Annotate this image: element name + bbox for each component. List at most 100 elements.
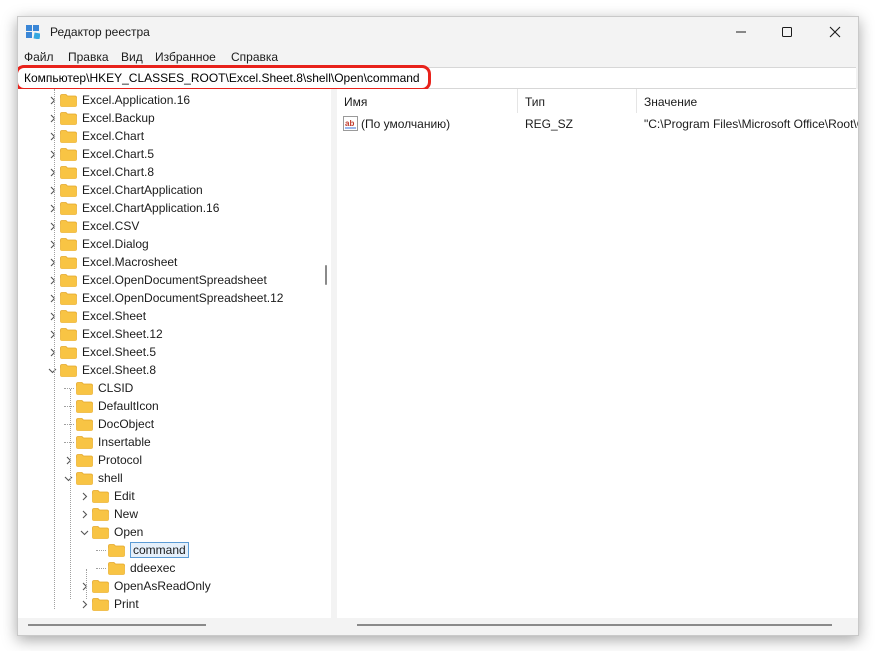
values-horizontal-scrollbar[interactable] [337,618,858,635]
tree-node-label: New [114,507,139,521]
maximize-button[interactable] [764,17,810,47]
value-row[interactable]: ab (По умолчанию) REG_SZ "C:\Program Fil… [337,115,858,133]
tree-node[interactable]: OpenAsReadOnly [18,577,318,595]
tree-node[interactable]: Protocol [18,451,318,469]
folder-icon [60,292,77,305]
tree-node[interactable]: Excel.OpenDocumentSpreadsheet.12 [18,289,318,307]
tree-node[interactable]: command [18,541,318,559]
chevron-right-icon[interactable] [48,330,57,339]
tree-node[interactable]: Excel.OpenDocumentSpreadsheet [18,271,318,289]
values-horizontal-scroll-thumb[interactable] [357,624,832,626]
tree-node-label: Edit [114,489,135,503]
string-value-icon: ab [343,116,358,131]
tree-node[interactable]: Excel.Sheet [18,307,318,325]
chevron-right-icon[interactable] [80,492,89,501]
tree-node-label: shell [98,471,123,485]
tree-node-label-selected: command [130,542,189,558]
chevron-down-icon[interactable] [64,474,73,483]
close-button[interactable] [812,17,858,47]
column-header-name[interactable]: Имя [337,89,517,113]
folder-icon [60,274,77,287]
tree-connector [64,442,74,443]
chevron-right-icon[interactable] [48,114,57,123]
maximize-icon [782,27,792,37]
minimize-button[interactable] [718,17,764,47]
chevron-right-icon[interactable] [48,168,57,177]
menu-view[interactable]: Вид [121,50,143,64]
window-title: Редактор реестра [50,25,150,39]
tree-node[interactable]: Excel.Application.16 [18,91,318,109]
chevron-right-icon[interactable] [48,348,57,357]
folder-icon [76,400,93,413]
open-folder-icon [60,364,77,377]
chevron-right-icon[interactable] [48,150,57,159]
tree-node[interactable]: Excel.Backup [18,109,318,127]
menu-bar: Файл Правка Вид Избранное Справка [18,47,858,67]
value-name: (По умолчанию) [361,117,451,131]
tree-connector [64,406,74,407]
tree-vertical-scrollbar[interactable] [321,89,331,618]
tree-node[interactable]: Excel.Macrosheet [18,253,318,271]
menu-edit[interactable]: Правка [68,50,109,64]
tree-horizontal-scroll-thumb[interactable] [28,624,206,626]
tree-node-label: Excel.ChartApplication [82,183,203,197]
tree-node[interactable]: Excel.CSV [18,217,318,235]
tree-node[interactable]: DocObject [18,415,318,433]
chevron-right-icon[interactable] [80,510,89,519]
chevron-right-icon[interactable] [48,186,57,195]
value-data: "C:\Program Files\Microsoft Office\Root\… [644,117,858,131]
tree-pane[interactable]: Excel.Application.16 Excel.Backup Excel.Ch… [18,89,331,618]
tree-node[interactable]: Print [18,595,318,613]
menu-favorites[interactable]: Избранное [155,50,216,64]
chevron-down-icon[interactable] [48,366,57,375]
column-header-value[interactable]: Значение [637,89,858,113]
folder-icon [60,310,77,323]
chevron-right-icon[interactable] [48,258,57,267]
tree-node[interactable]: Excel.Chart [18,127,318,145]
folder-icon [76,382,93,395]
column-header-type[interactable]: Тип [518,89,636,113]
tree-node[interactable]: Excel.ChartApplication.16 [18,199,318,217]
tree-node-label: Excel.Macrosheet [82,255,178,269]
tree-node[interactable]: Open [18,523,318,541]
chevron-right-icon[interactable] [48,240,57,249]
chevron-right-icon[interactable] [48,222,57,231]
chevron-right-icon[interactable] [48,96,57,105]
tree-node[interactable]: DefaultIcon [18,397,318,415]
chevron-right-icon[interactable] [48,132,57,141]
open-folder-icon [76,472,93,485]
chevron-right-icon[interactable] [48,276,57,285]
menu-help[interactable]: Справка [231,50,278,64]
folder-icon [60,256,77,269]
chevron-right-icon[interactable] [64,456,73,465]
tree-node[interactable]: ddeexec [18,559,318,577]
tree-node[interactable]: Excel.Dialog [18,235,318,253]
tree-node[interactable]: shell [18,469,318,487]
chevron-right-icon[interactable] [48,204,57,213]
tree-node[interactable]: Excel.Chart.8 [18,163,318,181]
values-pane[interactable]: Имя Тип Значение ab (По умолчанию) REG_S… [337,89,858,618]
chevron-right-icon[interactable] [80,582,89,591]
tree-node[interactable]: Edit [18,487,318,505]
tree-node[interactable]: Excel.ChartApplication [18,181,318,199]
chevron-down-icon[interactable] [80,528,89,537]
tree-node[interactable]: Excel.Chart.5 [18,145,318,163]
tree-node-label: Excel.Sheet.12 [82,327,163,341]
chevron-right-icon[interactable] [48,294,57,303]
tree-node[interactable]: Insertable [18,433,318,451]
tree-node[interactable]: New [18,505,318,523]
tree-node[interactable]: Excel.Sheet.12 [18,325,318,343]
tree-vertical-scroll-thumb[interactable] [325,265,327,285]
chevron-right-icon[interactable] [80,600,89,609]
tree-node[interactable]: CLSID [18,379,318,397]
folder-icon [60,202,77,215]
menu-file[interactable]: Файл [24,50,54,64]
tree-node-label: Excel.Sheet.5 [82,345,157,359]
tree-node[interactable]: Excel.Sheet.5 [18,343,318,361]
chevron-right-icon[interactable] [48,312,57,321]
tree-connector [64,424,74,425]
address-bar[interactable]: Компьютер\HKEY_CLASSES_ROOT\Excel.Sheet.… [18,65,856,91]
tree-node[interactable]: Excel.Sheet.8 [18,361,318,379]
tree-horizontal-scrollbar[interactable] [18,618,331,635]
folder-icon [60,346,77,359]
